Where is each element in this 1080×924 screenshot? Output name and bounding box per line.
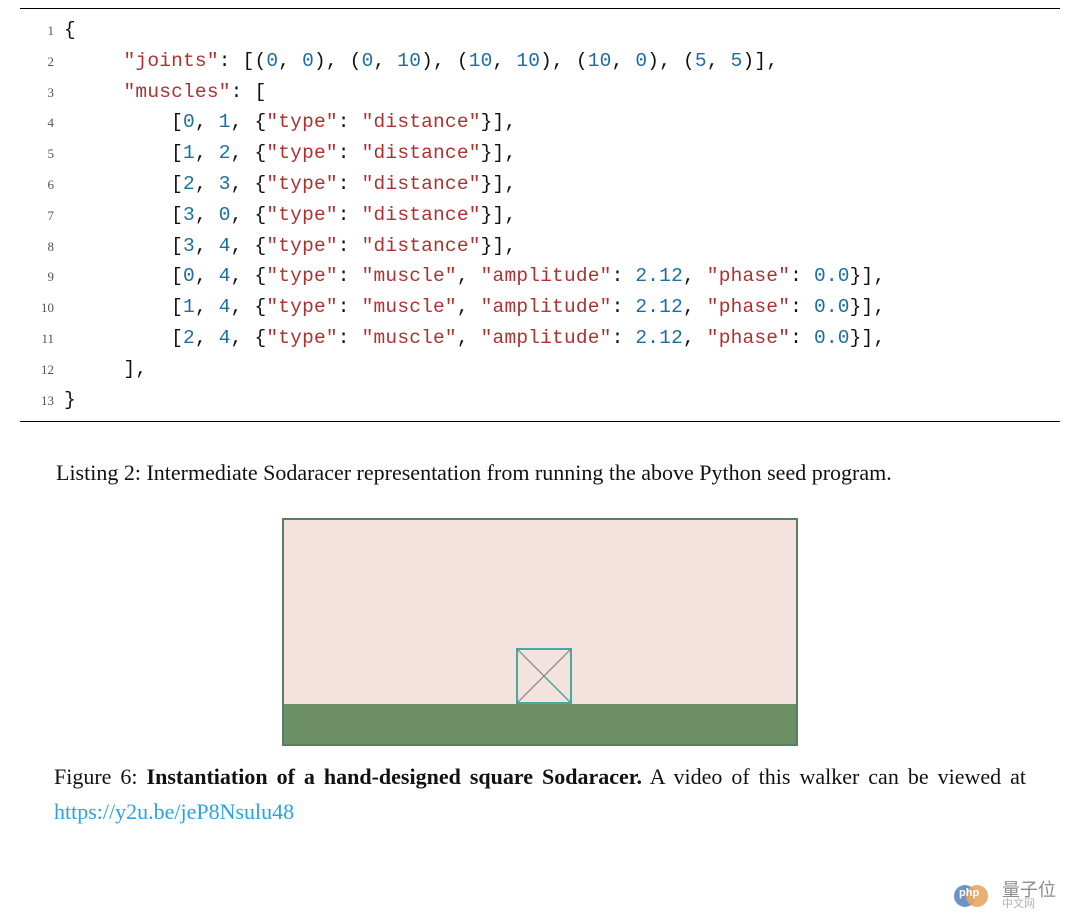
code-line: 8 [3, 4, {"type": "distance"}], [20,231,1060,262]
code-content: } [64,385,76,416]
code-content: [3, 0, {"type": "distance"}], [64,200,516,231]
watermark-logo-icon: php [954,885,996,907]
code-listing: 1{2 "joints": [(0, 0), (0, 10), (10, 10)… [20,8,1060,422]
code-line: 9 [0, 4, {"type": "muscle", "amplitude":… [20,261,1060,292]
figure-tail: A video of this walker can be viewed at [642,764,1026,789]
watermark-brand: 量子位 [1002,881,1056,899]
code-content: [0, 1, {"type": "distance"}], [64,107,516,138]
line-number: 10 [20,298,64,319]
code-line: 13} [20,385,1060,416]
figure-caption: Figure 6: Instantiation of a hand-design… [54,760,1026,828]
figure-link[interactable]: https://y2u.be/jeP8Nsulu48 [54,799,294,824]
sodaracer-walker [516,648,572,704]
code-content: [1, 4, {"type": "muscle", "amplitude": 2… [64,292,885,323]
code-content: [1, 2, {"type": "distance"}], [64,138,516,169]
code-content: [2, 4, {"type": "muscle", "amplitude": 2… [64,323,885,354]
code-content: ], [64,354,147,385]
sodaracer-arena [282,518,798,746]
line-number: 11 [20,329,64,350]
code-content: [3, 4, {"type": "distance"}], [64,231,516,262]
line-number: 12 [20,360,64,381]
line-number: 5 [20,144,64,165]
line-number: 9 [20,267,64,288]
code-line: 6 [2, 3, {"type": "distance"}], [20,169,1060,200]
line-number: 6 [20,175,64,196]
code-content: "joints": [(0, 0), (0, 10), (10, 10), (1… [64,46,778,77]
line-number: 7 [20,206,64,227]
code-line: 2 "joints": [(0, 0), (0, 10), (10, 10), … [20,46,1060,77]
figure-title: Instantiation of a hand-designed square … [147,764,642,789]
code-content: "muscles": [ [64,77,266,108]
code-line: 11 [2, 4, {"type": "muscle", "amplitude"… [20,323,1060,354]
ground [284,704,796,744]
code-line: 5 [1, 2, {"type": "distance"}], [20,138,1060,169]
line-number: 3 [20,83,64,104]
code-line: 4 [0, 1, {"type": "distance"}], [20,107,1060,138]
line-number: 1 [20,21,64,42]
figure-label: Figure 6: [54,764,147,789]
line-number: 13 [20,391,64,412]
figure-6 [20,518,1060,746]
line-number: 2 [20,52,64,73]
code-content: [0, 4, {"type": "muscle", "amplitude": 2… [64,261,885,292]
line-number: 8 [20,237,64,258]
code-content: { [64,15,76,46]
code-line: 10 [1, 4, {"type": "muscle", "amplitude"… [20,292,1060,323]
line-number: 4 [20,113,64,134]
code-line: 1{ [20,15,1060,46]
listing-caption: Listing 2: Intermediate Sodaracer repres… [56,456,1024,490]
code-line: 3 "muscles": [ [20,77,1060,108]
code-line: 7 [3, 0, {"type": "distance"}], [20,200,1060,231]
code-line: 12 ], [20,354,1060,385]
watermark: php 量子位 中文网 [954,881,1056,910]
watermark-sub: 中文网 [1002,899,1056,910]
code-content: [2, 3, {"type": "distance"}], [64,169,516,200]
